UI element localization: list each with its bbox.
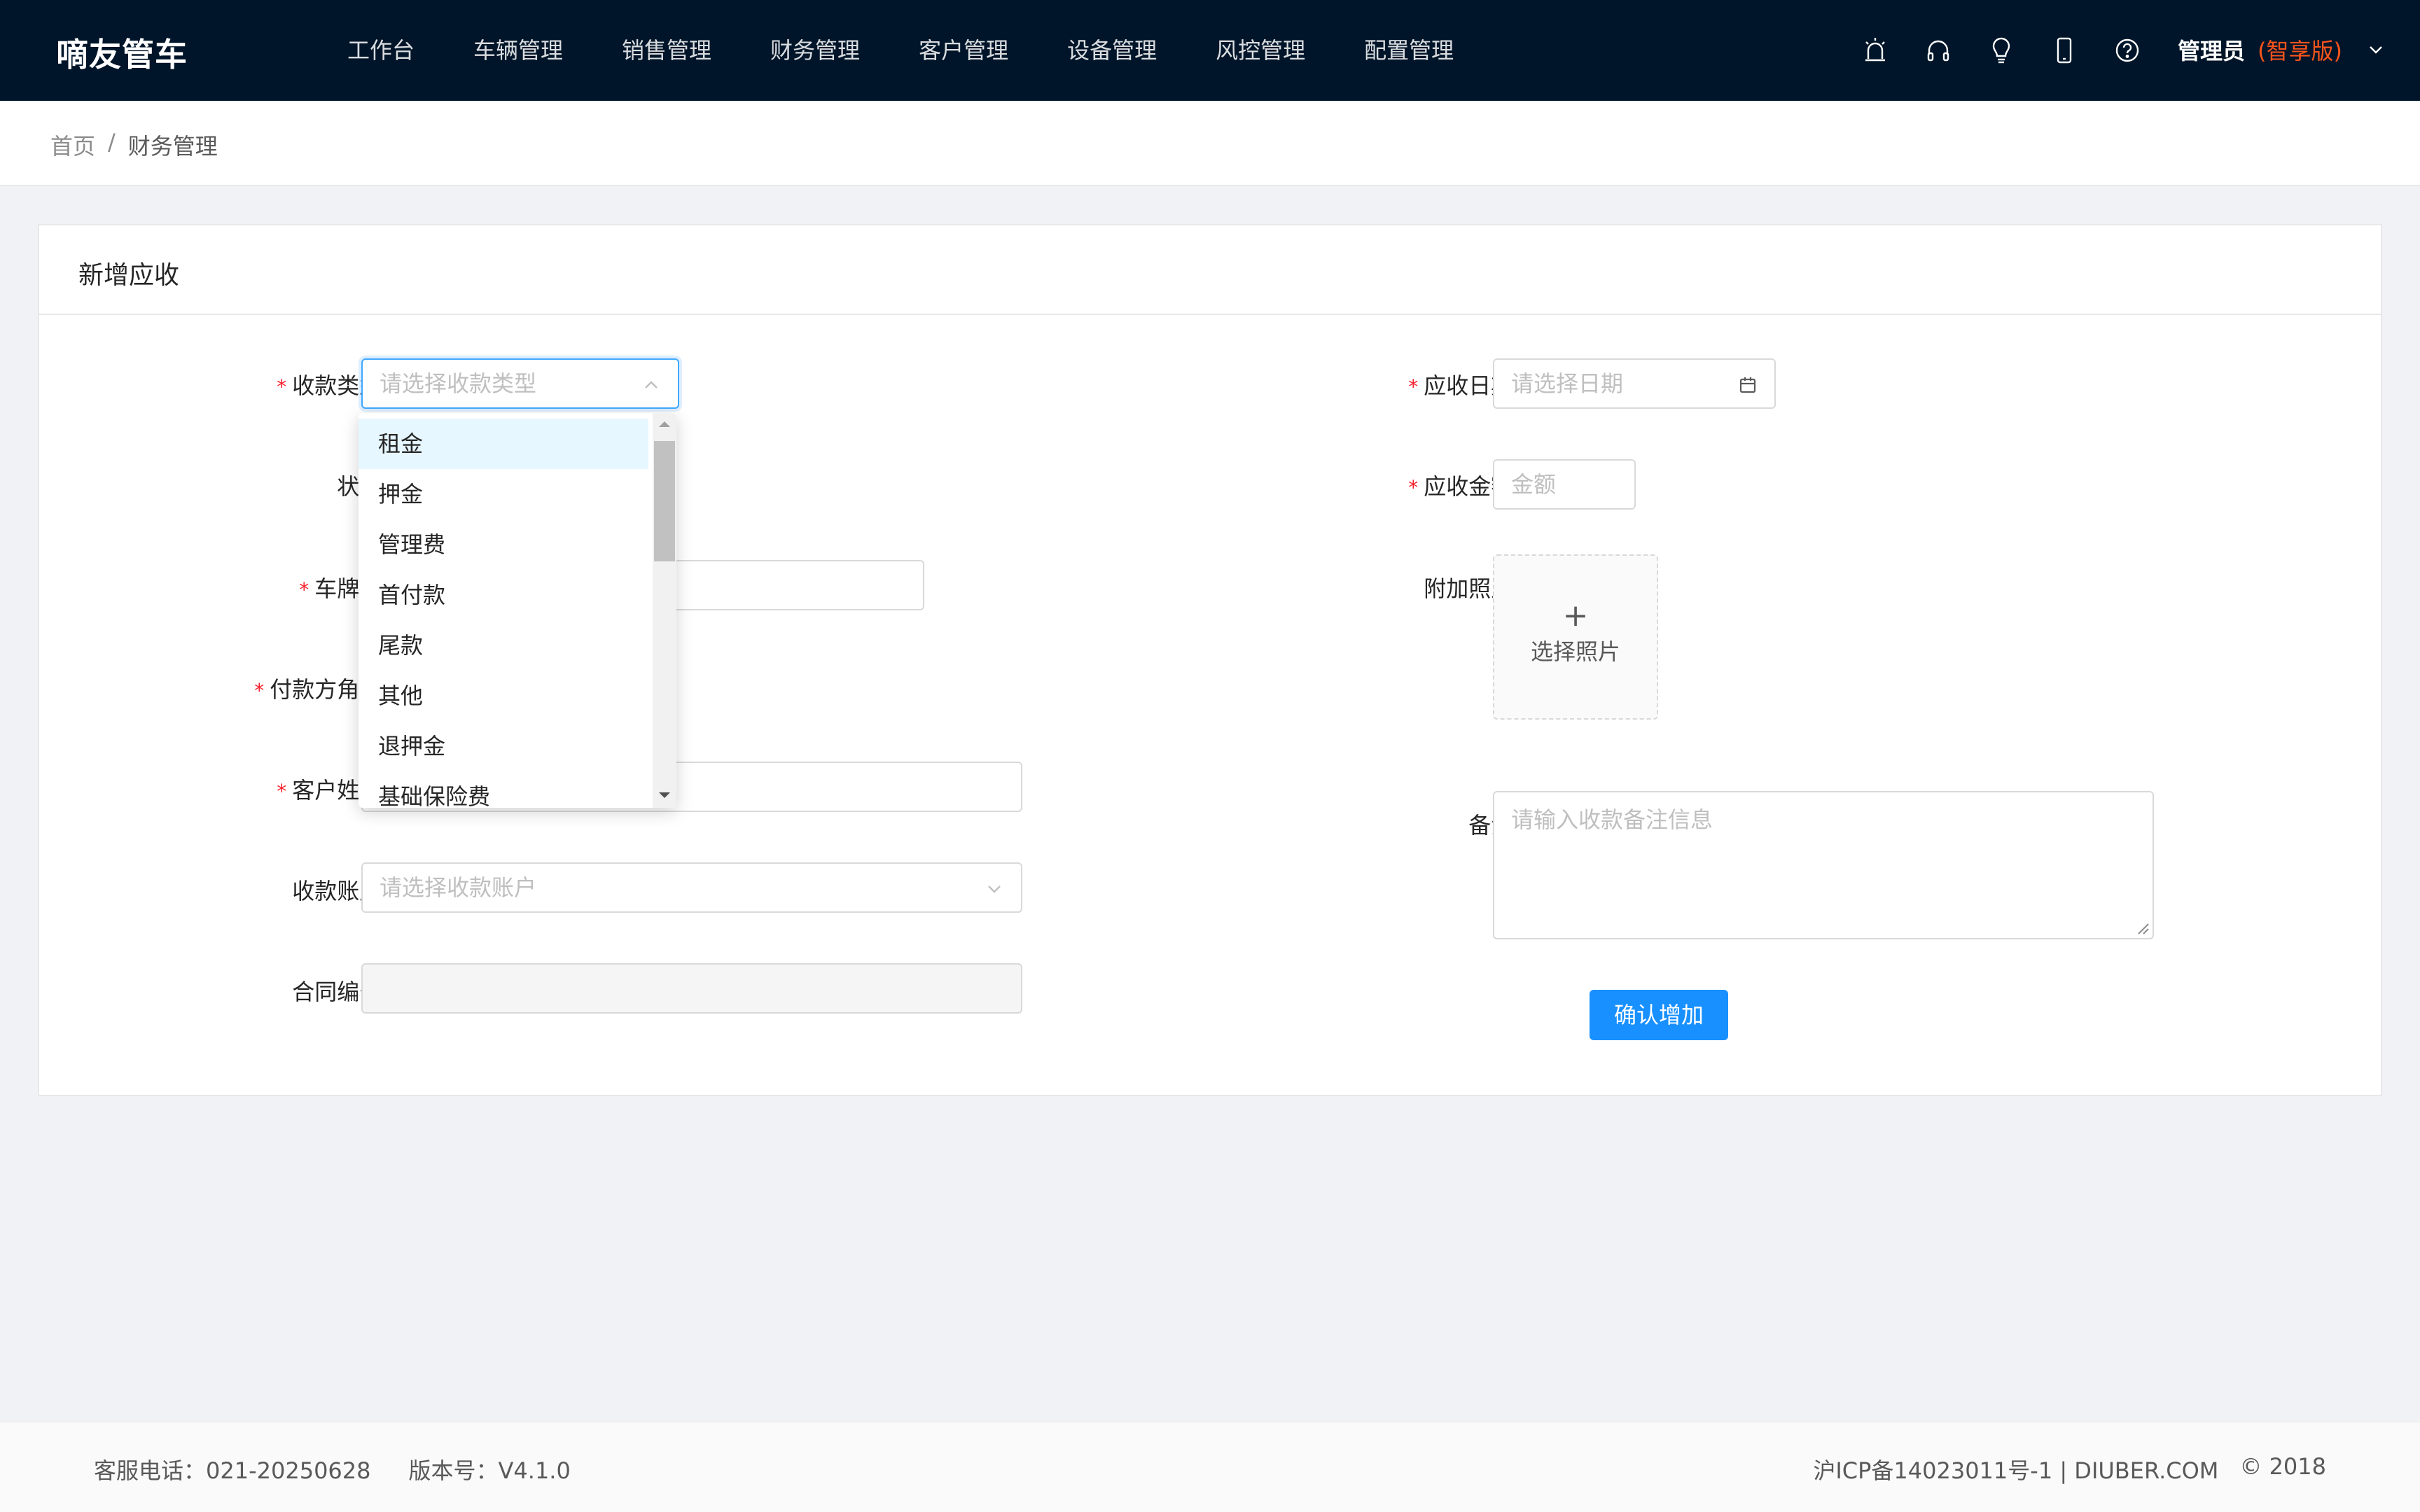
remark-textarea[interactable]: 请输入收款备注信息	[1493, 791, 2154, 939]
user-edition: (智享版)	[2258, 38, 2342, 64]
footer-copyright: © 2018	[2239, 1453, 2326, 1480]
amount-placeholder: 金额	[1511, 471, 1557, 498]
calendar-icon	[1739, 377, 1756, 393]
remark-label: 备注:	[1227, 808, 1521, 840]
confirm-add-button[interactable]: 确认增加	[1590, 990, 1728, 1040]
nav-item-finance[interactable]: 财务管理	[770, 0, 919, 101]
lightbulb-icon[interactable]	[1989, 36, 2014, 64]
breadcrumb-home[interactable]: 首页	[50, 129, 95, 161]
nav-item-sales[interactable]: 销售管理	[622, 0, 770, 101]
photo-label: 附加照片:	[1424, 575, 1521, 602]
alarm-icon[interactable]	[1863, 36, 1888, 64]
due-date-placeholder: 请选择日期	[1511, 370, 1624, 397]
header-icons	[1863, 36, 2140, 64]
required-mark: *	[277, 375, 287, 398]
breadcrumb-separator: /	[108, 129, 116, 155]
dropdown-option[interactable]: 尾款	[359, 620, 648, 671]
amount-input[interactable]: 金额	[1493, 459, 1636, 510]
top-header: 嘀友管车 工作台 车辆管理 销售管理 财务管理 客户管理 设备管理 风控管理 配…	[0, 0, 2420, 101]
nav-item-workbench[interactable]: 工作台	[347, 0, 473, 101]
breadcrumb-bar: 首页 / 财务管理	[0, 101, 2420, 186]
payment-type-dropdown: 租金 押金 管理费 首付款 尾款 其他 退押金 基础保险费	[359, 413, 676, 808]
chevron-up-icon	[645, 381, 658, 388]
plate-label: * 车牌号:	[299, 575, 389, 602]
contract-no-label: 合同编号:	[292, 979, 389, 1005]
page-footer: 客服电话：021-20250628 版本号：V4.1.0 沪ICP备140230…	[0, 1421, 2420, 1512]
due-date-picker[interactable]: 请选择日期	[1493, 358, 1776, 409]
footer-icp[interactable]: 沪ICP备14023011号-1 | DIUBER.COM	[1813, 1453, 2218, 1485]
payment-type-label: * 收款类型:	[277, 372, 389, 399]
dropdown-option[interactable]: 租金	[359, 419, 648, 469]
nav-item-customers[interactable]: 客户管理	[919, 0, 1067, 101]
account-label: 收款账户:	[292, 878, 389, 904]
card-title: 新增应收	[39, 225, 2381, 315]
help-icon[interactable]	[2115, 36, 2140, 64]
chevron-down-icon	[2370, 46, 2382, 54]
remark-placeholder: 请输入收款备注信息	[1511, 806, 1713, 833]
dropdown-option[interactable]: 首付款	[359, 570, 648, 620]
breadcrumb: 首页 / 财务管理	[50, 129, 218, 161]
dropdown-option[interactable]: 基础保险费	[359, 771, 648, 808]
due-date-label: * 应收日期:	[1408, 372, 1521, 399]
payment-type-select[interactable]: 请选择收款类型	[361, 358, 679, 409]
app-logo[interactable]: 嘀友管车	[56, 29, 188, 76]
user-menu[interactable]: 管理员 (智享版)	[2178, 34, 2386, 66]
breadcrumb-current: 财务管理	[127, 133, 218, 160]
nav-item-config[interactable]: 配置管理	[1364, 0, 1484, 101]
scroll-down-icon[interactable]	[659, 792, 670, 798]
photo-upload-text: 选择照片	[1530, 638, 1620, 665]
chevron-down-icon	[988, 886, 1001, 893]
nav-item-vehicles[interactable]: 车辆管理	[473, 0, 622, 101]
photo-upload[interactable]: + 选择照片	[1493, 554, 1658, 720]
payer-role-label: * 付款方角色:	[254, 676, 389, 703]
footer-version: 版本号：V4.1.0	[408, 1457, 571, 1484]
dropdown-option[interactable]: 押金	[359, 469, 648, 519]
scroll-up-icon[interactable]	[659, 421, 670, 427]
main-nav: 工作台 车辆管理 销售管理 财务管理 客户管理 设备管理 风控管理 配置管理	[347, 0, 1484, 101]
nav-item-devices[interactable]: 设备管理	[1067, 0, 1216, 101]
status-label: 状态:	[95, 469, 389, 501]
dropdown-option[interactable]: 其他	[359, 671, 648, 721]
contract-no-input	[361, 963, 1022, 1014]
account-placeholder: 请选择收款账户	[380, 874, 537, 901]
amount-label: * 应收金额:	[1408, 473, 1521, 500]
user-name: 管理员	[2178, 38, 2246, 64]
scrollbar-thumb[interactable]	[654, 441, 675, 561]
headset-icon[interactable]	[1926, 36, 1951, 64]
footer-phone: 客服电话：021-20250628	[94, 1457, 371, 1484]
nav-item-risk[interactable]: 风控管理	[1216, 0, 1364, 101]
dropdown-option[interactable]: 管理费	[359, 519, 648, 570]
dropdown-option[interactable]: 退押金	[359, 721, 648, 771]
mobile-icon[interactable]	[2052, 36, 2077, 64]
dropdown-scrollbar[interactable]	[653, 413, 676, 808]
plus-icon: +	[1562, 598, 1589, 634]
dropdown-list: 租金 押金 管理费 首付款 尾款 其他 退押金 基础保险费	[359, 419, 648, 808]
customer-name-label: * 客户姓名:	[277, 777, 389, 804]
payment-type-placeholder: 请选择收款类型	[380, 370, 537, 397]
account-select[interactable]: 请选择收款账户	[361, 862, 1022, 913]
resize-handle-icon[interactable]	[2134, 920, 2150, 935]
